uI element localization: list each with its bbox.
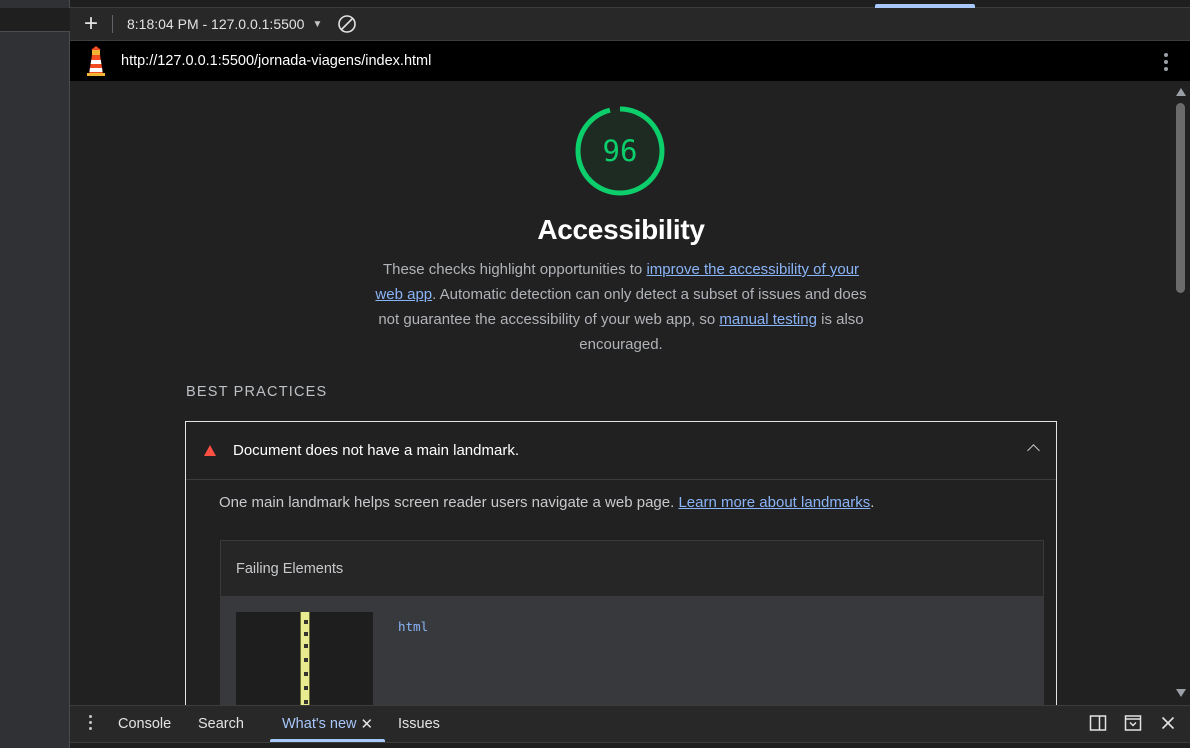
audit-description: One main landmark helps screen reader us… — [219, 494, 874, 511]
failing-element-row: html — [221, 597, 1043, 705]
lighthouse-toolbar: + 8:18:04 PM - 127.0.0.1:5500 ▼ — [70, 8, 1190, 41]
caret-down-icon: ▼ — [312, 18, 323, 30]
scrollbar-thumb[interactable] — [1176, 103, 1185, 293]
close-drawer-icon[interactable] — [1159, 714, 1177, 732]
chevron-up-icon[interactable] — [1027, 444, 1040, 457]
score-value: 96 — [602, 134, 638, 168]
dock-side-icon[interactable] — [1089, 714, 1107, 732]
page-area-left — [0, 0, 70, 748]
report-selector-label: 8:18:04 PM - 127.0.0.1:5500 — [127, 16, 305, 32]
more-options-icon[interactable] — [1164, 53, 1168, 71]
close-tab-icon[interactable]: ✕ — [361, 715, 374, 733]
tab-issues-label: Issues — [398, 716, 440, 732]
report-content: 96 Accessibility These checks highlight … — [70, 81, 1172, 705]
category-description: These checks highlight opportunities to … — [370, 257, 872, 357]
element-highlight — [300, 612, 310, 705]
group-title: BEST PRACTICES — [186, 384, 328, 400]
category-desc-text-1: These checks highlight opportunities to — [382, 261, 647, 278]
tab-whats-new[interactable]: What's new ✕ — [270, 706, 386, 742]
audit-desc-text: One main landmark helps screen reader us… — [219, 494, 679, 511]
audit-desc-end: . — [870, 494, 875, 511]
lighthouse-logo-icon — [84, 46, 108, 76]
learn-more-landmarks-link[interactable]: Learn more about landmarks — [678, 494, 870, 511]
devtools-drawer: Console Search What's new ✕ Issues — [70, 705, 1190, 748]
drawer-more-tools-icon[interactable] — [89, 715, 93, 733]
element-screenshot-thumbnail[interactable] — [236, 612, 373, 705]
report-selector[interactable]: 8:18:04 PM - 127.0.0.1:5500 ▼ — [119, 8, 330, 41]
scroll-up-arrow-icon[interactable] — [1176, 88, 1186, 96]
devtools-window: + 8:18:04 PM - 127.0.0.1:5500 ▼ http://1… — [0, 0, 1190, 748]
drawer-bottom-bar — [70, 742, 1190, 748]
dock-bottom-icon[interactable] — [1124, 714, 1142, 732]
failing-elements-table: Failing Elements html — [220, 540, 1044, 705]
tab-search-label: Search — [198, 716, 244, 732]
audit-header[interactable]: Document does not have a main landmark. — [186, 422, 1056, 480]
toolbar-divider — [112, 15, 113, 33]
failing-elements-header: Failing Elements — [221, 541, 1043, 597]
tab-whats-new-label: What's new — [282, 716, 357, 732]
manual-testing-link[interactable]: manual testing — [719, 311, 817, 328]
tab-console[interactable]: Console — [118, 706, 171, 742]
category-title: Accessibility — [537, 214, 705, 245]
fail-triangle-icon — [204, 445, 216, 456]
tab-issues[interactable]: Issues — [398, 706, 440, 742]
vertical-scrollbar[interactable] — [1172, 81, 1190, 705]
scroll-down-arrow-icon[interactable] — [1176, 689, 1186, 697]
report-url-bar: http://127.0.0.1:5500/jornada-viagens/in… — [70, 41, 1190, 81]
element-node-snippet[interactable]: html — [398, 619, 428, 634]
new-report-button[interactable]: + — [70, 8, 112, 41]
score-gauge[interactable]: 96 — [574, 105, 666, 197]
block-icon — [338, 15, 357, 33]
tab-search[interactable]: Search — [198, 706, 244, 742]
clear-reports-button[interactable] — [330, 8, 364, 41]
audit-title: Document does not have a main landmark. — [233, 442, 519, 459]
report-url: http://127.0.0.1:5500/jornada-viagens/in… — [121, 53, 432, 69]
audit-item: Document does not have a main landmark. … — [185, 421, 1057, 705]
left-strip-row — [0, 8, 70, 32]
tab-console-label: Console — [118, 716, 172, 732]
